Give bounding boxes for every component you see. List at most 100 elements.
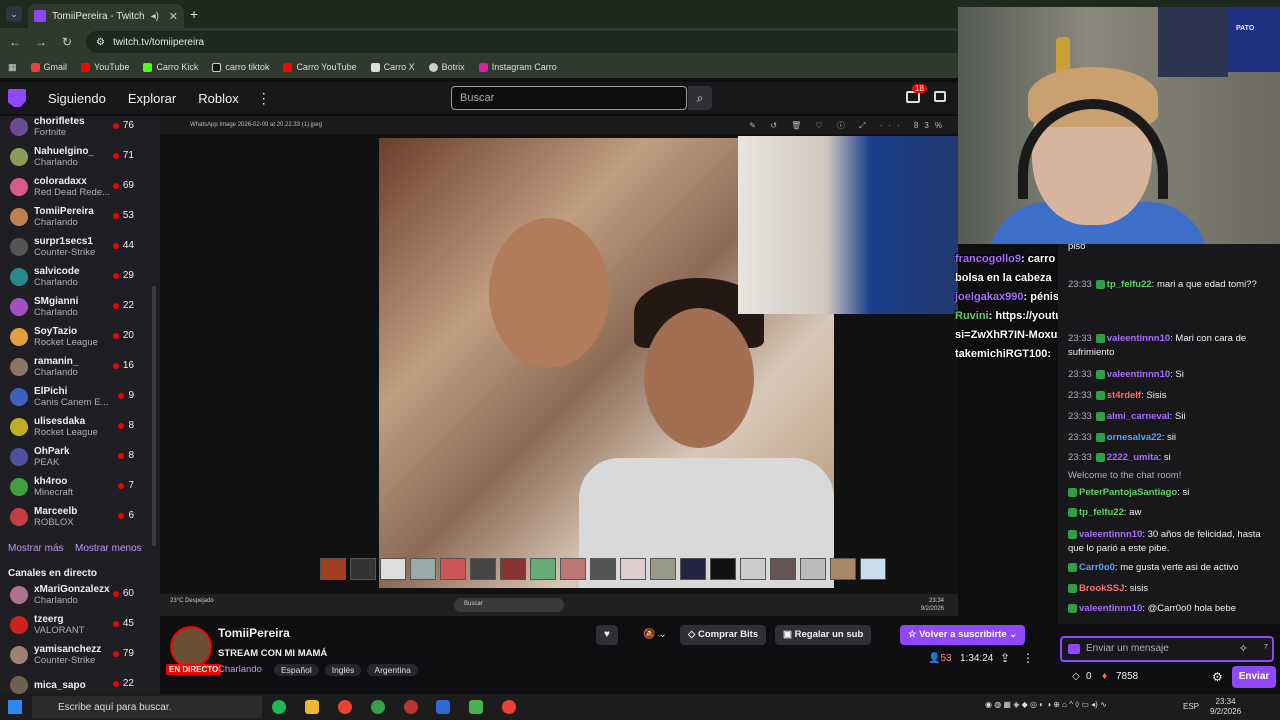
video-player[interactable]: WhatsApp Image 2026-02-09 at 20.22.33 (1… (160, 116, 958, 616)
sidebar-channel-salvicode[interactable]: salvicode Charlando 29 (0, 262, 150, 292)
bookmark-gmail[interactable]: Gmail (30, 62, 67, 72)
chat-timestamp: 23:33 (1068, 390, 1092, 401)
chat-input[interactable]: Enviar un mensaje ✧ ⁷ (1060, 636, 1274, 662)
calendar-icon[interactable] (436, 700, 450, 714)
sidebar-channel-tzeerg[interactable]: tzeerg VALORANT 45 (0, 610, 150, 640)
sidebar-channel-smgianni[interactable]: SMgianni Charlando 22 (0, 292, 150, 322)
chat-username[interactable]: valeentinnn10 (1107, 369, 1170, 380)
chat-username[interactable]: Carr0o0 (1079, 562, 1115, 573)
buy-bits-button[interactable]: ◇ Comprar Bits (680, 625, 767, 645)
stream-category[interactable]: Charlando (218, 664, 262, 675)
sidebar-channel-chorifletes[interactable]: chorifletes Fortnite 76 (0, 116, 150, 142)
bookmark-youtube[interactable]: YouTube (81, 62, 129, 72)
sidebar-channel-micasapo[interactable]: mica_sapo 22 (0, 670, 150, 694)
browser-tab[interactable]: TomiiPereira - Twitch ◂) ✕ (28, 4, 184, 28)
chat-username[interactable]: valeentinnn10 (1079, 603, 1142, 614)
whatsapp-icon[interactable] (371, 700, 385, 714)
bookmark-carro-tiktok[interactable]: carro tiktok (212, 62, 269, 72)
sidebar-channel-ramanin[interactable]: ramanin_ Charlando 16 (0, 352, 150, 382)
streamer-name[interactable]: TomiiPereira (218, 626, 290, 640)
chat-username[interactable]: 2222_umita (1107, 452, 1159, 463)
inner-weather: 23°C Despejado (170, 598, 214, 604)
emote-picker-icon[interactable]: ✧ (1239, 642, 1248, 655)
tag-argentina[interactable]: Argentina (367, 664, 418, 676)
sidebar-channel-nahuelgino[interactable]: Nahuelgino_ Charlando 71 (0, 142, 150, 172)
bookmark-botrix[interactable]: Botrix (428, 62, 465, 72)
bookmark-carro-youtube[interactable]: Carro YouTube (283, 62, 357, 72)
back-icon[interactable]: ← (4, 35, 26, 49)
tag-spanish[interactable]: Español (274, 664, 319, 676)
sidebar-channel-ohpark[interactable]: OhPark PEAK 8 (0, 442, 150, 472)
sidebar-channel-soytazio[interactable]: SoyTazio Rocket League 20 (0, 322, 150, 352)
notifications-bell-icon[interactable]: 🔕 ⌄ (640, 625, 670, 645)
bits-cheer-icon[interactable]: ⁷ (1264, 642, 1268, 654)
chat-username[interactable]: almi_carneval (1107, 411, 1170, 422)
streamer-avatar[interactable] (170, 626, 212, 668)
chat-username[interactable]: tp_felfu22 (1079, 507, 1124, 518)
search-input[interactable]: Buscar (451, 86, 687, 110)
spotify-icon[interactable] (272, 700, 286, 714)
forward-icon[interactable]: → (30, 35, 52, 49)
sidebar-channel-tomiipereira[interactable]: TomiiPereira Charlando 53 (0, 202, 150, 232)
speaker-icon[interactable]: ◂) (151, 11, 159, 22)
site-info-icon[interactable]: ⚙ (96, 37, 105, 48)
emote-badge-icon[interactable] (1068, 644, 1080, 654)
close-tab-icon[interactable]: ✕ (169, 10, 178, 23)
more-options-icon[interactable]: ⋮ (257, 90, 271, 107)
apps-icon[interactable]: ▦ (8, 62, 17, 73)
chat-username[interactable]: ornesalva22 (1107, 432, 1162, 443)
sidebar-channel-surpr1secs1[interactable]: surpr1secs1 Counter-Strike 44 (0, 232, 150, 262)
resubscribe-button[interactable]: ☆ Volver a suscribirte ⌄ (900, 625, 1026, 645)
language-indicator[interactable]: ESP (1183, 702, 1199, 711)
taskbar-clock[interactable]: 23:34 9/2/2026 (1210, 697, 1241, 717)
send-button[interactable]: Enviar (1232, 666, 1276, 688)
chat-username[interactable]: tp_felfu22 (1107, 279, 1152, 290)
more-options-icon[interactable]: ⋮ (1022, 651, 1034, 665)
chrome-active-icon[interactable] (502, 700, 516, 714)
mother-face (489, 218, 609, 368)
obs-icon[interactable] (404, 700, 418, 714)
chat-username[interactable]: st4rdelf (1107, 390, 1141, 401)
chat-username[interactable]: PeterPantojaSantiago (1079, 487, 1177, 498)
unfollow-heart-icon[interactable]: ♥ (596, 625, 618, 645)
sidebar-channel-yamisanchezz[interactable]: yamisanchezz Counter-Strike 79 (0, 640, 150, 670)
file-explorer-icon[interactable] (305, 700, 319, 714)
sidebar-scrollbar[interactable] (152, 286, 156, 546)
share-icon[interactable]: ⇪ (1000, 651, 1010, 665)
sidebar-channel-coloradaxx[interactable]: coloradaxx Red Dead Rede... 69 (0, 172, 150, 202)
nav-following[interactable]: Siguiendo (48, 91, 106, 106)
live-dot-icon (118, 512, 125, 519)
tag-english[interactable]: Inglés (324, 664, 362, 676)
sidebar-channel-elpichi[interactable]: ElPichi Canis Canem E... 9 (0, 382, 150, 412)
nav-browse[interactable]: Explorar (128, 91, 176, 106)
twitch-logo-icon[interactable] (8, 89, 26, 107)
avatar (10, 268, 28, 286)
sidebar-channel-ulisesdaka[interactable]: ulisesdaka Rocket League 8 (0, 412, 150, 442)
sidebar-channel-xmarigonzalezx[interactable]: xMariGonzalezx Charlando 60 (0, 580, 150, 610)
search-icon[interactable]: ⌕ (688, 86, 712, 110)
sidebar-channel-kh4roo[interactable]: kh4roo Minecraft 7 (0, 472, 150, 502)
bookmark-carro-x[interactable]: Carro X (370, 62, 415, 72)
reload-icon[interactable]: ↻ (56, 35, 78, 49)
chat-username[interactable]: valeentinnn10 (1107, 333, 1170, 344)
minecraft-icon[interactable] (469, 700, 483, 714)
sidebar-channel-marceelb[interactable]: Marceelb ROBLOX 6 (0, 502, 150, 532)
show-less-link[interactable]: Mostrar menos (75, 543, 142, 554)
chat-settings-icon[interactable]: ⚙ (1212, 670, 1223, 684)
address-bar[interactable]: ⚙ twitch.tv/tomiipereira (86, 31, 966, 53)
chat-username[interactable]: BrookSSJ (1079, 583, 1124, 594)
channel-points-icon[interactable]: ◇ (1072, 671, 1080, 682)
tab-search-icon[interactable]: ⌄ (6, 6, 22, 22)
gift-sub-button[interactable]: ▣ Regalar un sub (775, 625, 872, 645)
windows-start-icon[interactable] (8, 700, 22, 714)
nav-roblox[interactable]: Roblox (198, 91, 238, 106)
system-tray-icons[interactable]: ◉ ◍ ▦ ◈ ◆ ◎ ◐ ◑ ⊕ ⌂ ^ ◊ ▭ ◂) ∿ (985, 700, 1107, 709)
chat-username[interactable]: valeentinnn10 (1079, 529, 1142, 540)
new-tab-icon[interactable]: + (190, 6, 198, 22)
show-more-link[interactable]: Mostrar más (8, 543, 64, 554)
chrome-icon[interactable] (338, 700, 352, 714)
bookmark-instagram-carro[interactable]: Instagram Carro (478, 62, 557, 72)
whispers-icon[interactable] (934, 91, 946, 102)
bookmark-carro-kick[interactable]: Carro Kick (143, 62, 198, 72)
taskbar-search[interactable]: Escribe aquí para buscar. (32, 696, 262, 718)
